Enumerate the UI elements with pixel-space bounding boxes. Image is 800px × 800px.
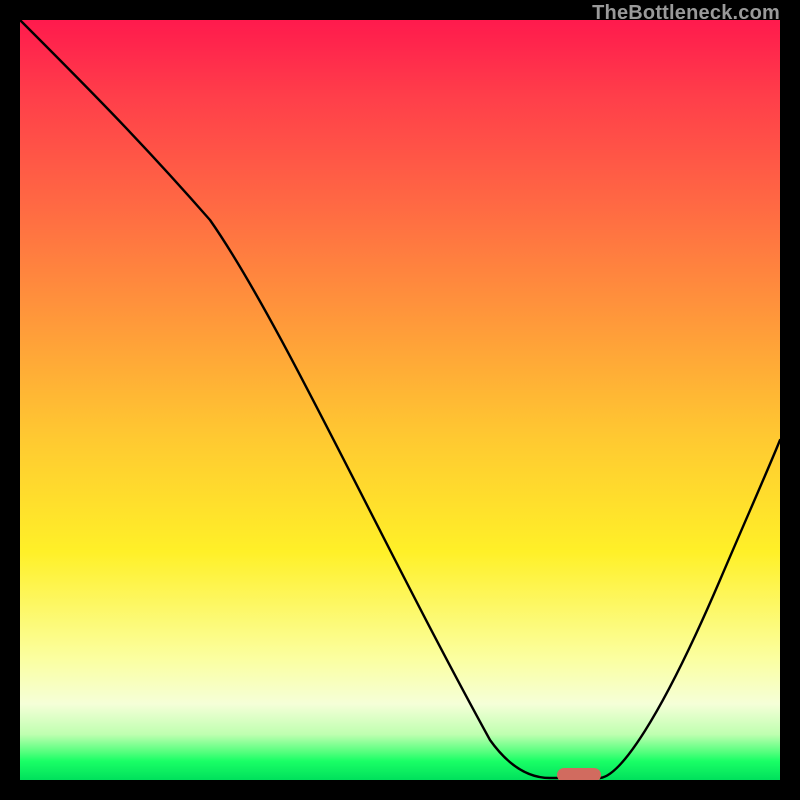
optimal-marker xyxy=(557,768,601,780)
bottleneck-curve xyxy=(20,20,780,778)
chart-frame: TheBottleneck.com xyxy=(0,0,800,800)
chart-svg xyxy=(20,20,780,780)
plot-area xyxy=(20,20,780,780)
